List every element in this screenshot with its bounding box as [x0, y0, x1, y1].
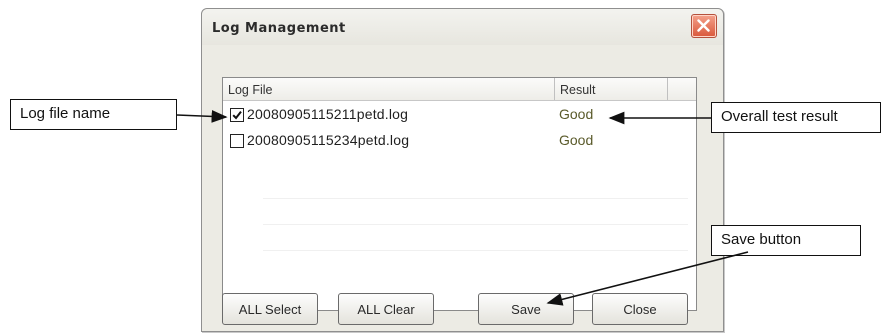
callout-arrows [176, 110, 749, 306]
arrow-to-save [546, 251, 749, 306]
arrow-to-log-file [176, 110, 228, 123]
